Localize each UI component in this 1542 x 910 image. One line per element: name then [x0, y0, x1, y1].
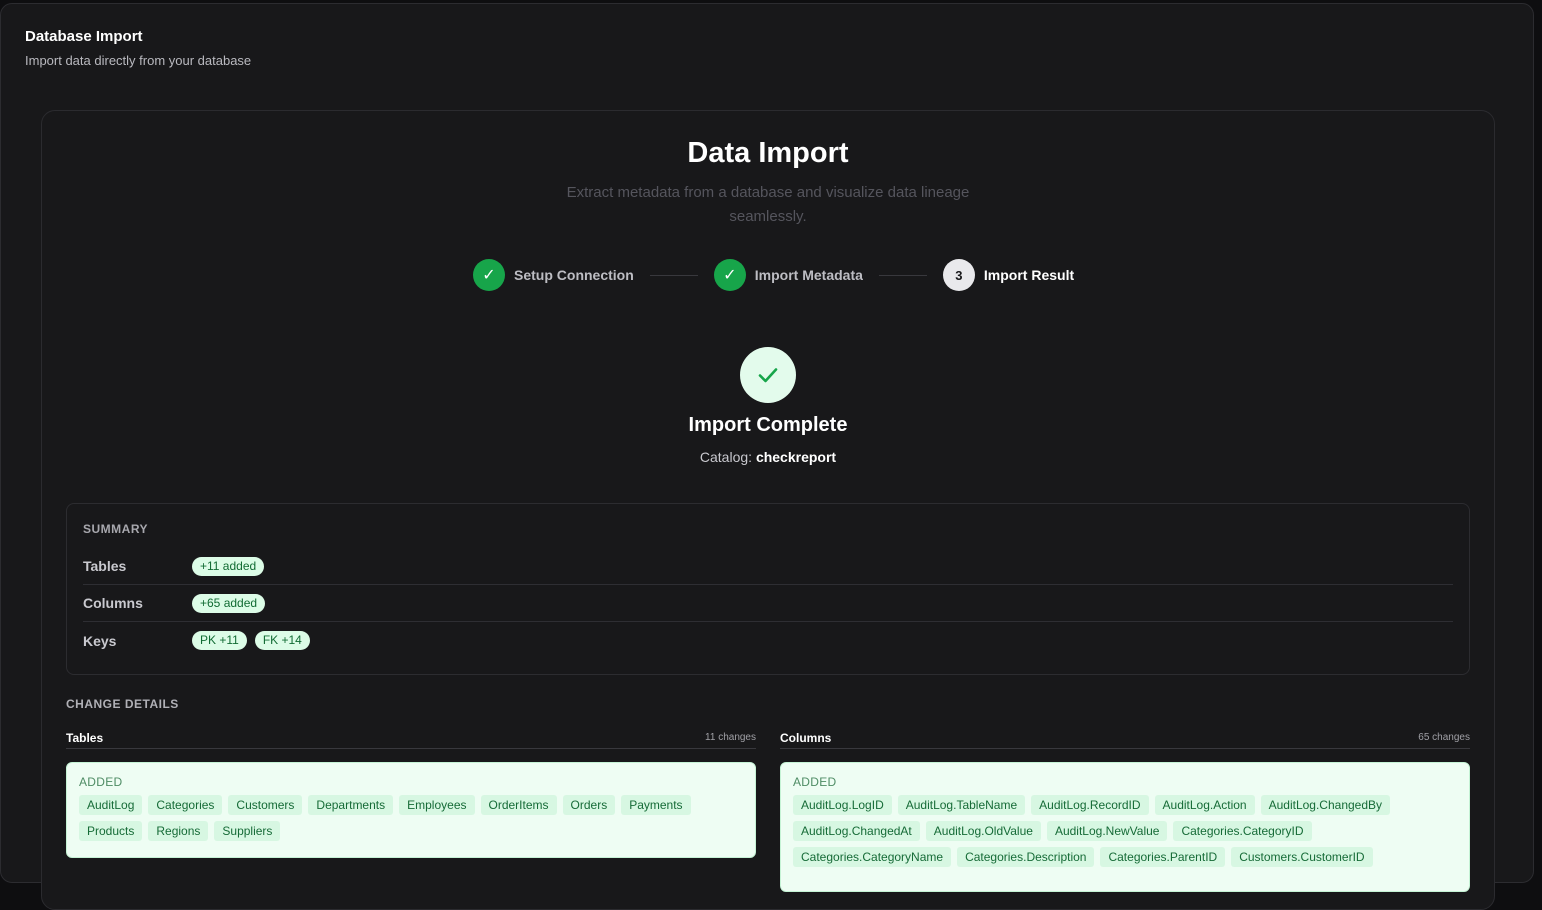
summary-label: Tables — [83, 558, 127, 574]
added-item-chip: Categories.ParentID — [1100, 847, 1226, 867]
added-item-chip: Customers — [228, 795, 303, 815]
added-item-chip: AuditLog.TableName — [897, 795, 1026, 815]
result-title: Import Complete — [688, 414, 848, 436]
columns-title: Columns — [780, 730, 832, 745]
page-subtitle: Import data directly from your database — [25, 53, 252, 68]
added-item-chip: Departments — [308, 795, 394, 815]
summary-panel: SUMMARY Tables +11 added Columns +65 add… — [66, 503, 1470, 675]
step-connector — [649, 274, 698, 276]
added-item-chip: Regions — [148, 821, 209, 841]
added-item-chip: OrderItems — [480, 795, 557, 815]
added-item-chip: Orders — [562, 795, 616, 815]
added-item-chip: AuditLog.LogID — [793, 795, 892, 815]
added-item-chip: Categories.CategoryName — [793, 847, 952, 867]
summary-label: Keys — [83, 632, 117, 649]
hero-description: Extract metadata from a database and vis… — [566, 184, 970, 225]
added-label: ADDED — [793, 775, 837, 789]
added-item-chip: Categories.Description — [957, 847, 1095, 867]
step-label: Setup Connection — [514, 267, 634, 283]
summary-heading: SUMMARY — [83, 522, 149, 536]
page-header: Database Import Import data directly fro… — [25, 28, 251, 68]
columns-column-header: Columns 65 changes — [780, 727, 1470, 749]
tables-title: Tables — [66, 730, 104, 745]
hero-title: Data Import — [687, 137, 849, 169]
success-check-icon — [740, 347, 796, 403]
change-details-heading: CHANGE DETAILS — [66, 697, 179, 711]
tables-added-list: AuditLog Categories Customers Departments Em… — [79, 795, 743, 847]
summary-row-keys: Keys PK +11 FK +14 — [83, 622, 1453, 659]
columns-added-box: ADDED AuditLog.LogID AuditLog.TableName Au… — [780, 762, 1470, 892]
summary-row-tables: Tables +11 added — [83, 548, 1453, 585]
columns-added-list: AuditLog.LogID AuditLog.TableName AuditLog… — [793, 795, 1457, 873]
added-item-chip: Suppliers — [214, 821, 281, 841]
step-import-metadata[interactable]: ✓ Import Metadata — [713, 259, 863, 291]
step-connector — [878, 274, 927, 276]
added-item-chip: AuditLog.Action — [1154, 795, 1255, 815]
summary-row-columns: Columns +65 added — [83, 585, 1453, 622]
columns-change-count: 65 changes — [1418, 732, 1470, 743]
added-item-chip: Customers.CustomerID — [1231, 847, 1373, 867]
added-badge: +11 added — [192, 556, 265, 576]
step-label: Import Metadata — [754, 267, 863, 283]
added-item-chip: Categories.CategoryID — [1173, 821, 1312, 841]
added-item-chip: Employees — [399, 795, 475, 815]
added-item-chip: Products — [79, 821, 143, 841]
check-icon: ✓ — [473, 259, 505, 291]
catalog-label: Catalog: — [699, 449, 753, 465]
added-item-chip: AuditLog — [79, 795, 143, 815]
added-item-chip: AuditLog.NewValue — [1046, 821, 1168, 841]
fk-badge: FK +14 — [254, 631, 310, 650]
summary-label: Columns — [83, 595, 143, 611]
catalog-name: checkreport — [755, 449, 837, 465]
step-import-result[interactable]: 3 Import Result — [942, 259, 1075, 291]
tables-added-box: ADDED AuditLog Categories Customers Departm… — [66, 762, 756, 858]
step-setup-connection[interactable]: ✓ Setup Connection — [473, 259, 634, 291]
added-item-chip: AuditLog.OldValue — [925, 821, 1041, 841]
step-number: 3 — [942, 259, 975, 291]
added-item-chip: AuditLog.ChangedBy — [1260, 795, 1391, 815]
added-badge: +65 added — [192, 593, 266, 613]
added-label: ADDED — [79, 775, 123, 789]
step-label: Import Result — [983, 267, 1075, 283]
page-title: Database Import — [25, 28, 143, 45]
added-item-chip: AuditLog.ChangedAt — [793, 821, 920, 841]
added-item-chip: Categories — [148, 795, 223, 815]
added-item-chip: Payments — [621, 795, 691, 815]
pk-badge: PK +11 — [192, 631, 247, 650]
catalog-line: Catalog: checkreport — [42, 449, 1494, 465]
stepper: ✓ Setup Connection ✓ Import Metadata 3 I… — [473, 259, 1074, 291]
tables-change-count: 11 changes — [705, 732, 756, 743]
check-icon: ✓ — [713, 259, 746, 291]
tables-column-header: Tables 11 changes — [66, 727, 756, 749]
import-card: Data Import Extract metadata from a data… — [41, 110, 1495, 910]
added-item-chip: AuditLog.RecordID — [1031, 795, 1149, 815]
